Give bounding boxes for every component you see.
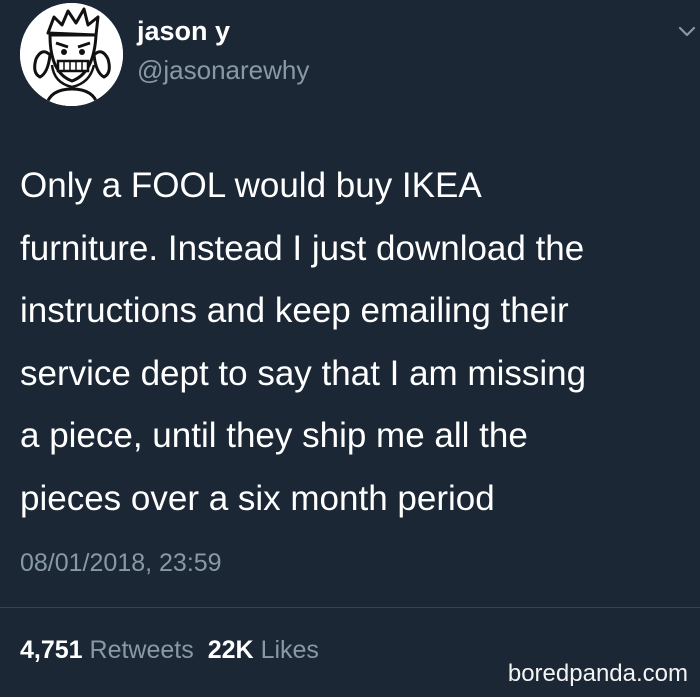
tweet-stats: 4,751 Retweets 22K Likes <box>20 636 319 665</box>
tweet-text-line: instructions and keep emailing their <box>20 291 569 330</box>
tweet-text: Only a FOOL would buy IKEA furniture. In… <box>20 155 695 530</box>
display-name[interactable]: jason y <box>137 16 230 47</box>
tweet-text-line: service dept to say that I am missing <box>20 353 587 393</box>
watermark: boredpanda.com <box>507 660 688 687</box>
tweet-text-line: pieces over a six month period <box>20 478 495 518</box>
user-handle[interactable]: @jasonarewhy <box>137 55 309 86</box>
tweet-text-line: furniture. Instead I just download the <box>20 228 585 268</box>
retweets-count: 4,751 <box>20 636 83 664</box>
retweets-stat[interactable]: 4,751 Retweets <box>20 636 194 664</box>
tweet-timestamp[interactable]: 08/01/2018, 23:59 <box>20 549 222 578</box>
likes-label: Likes <box>260 636 319 664</box>
chevron-down-icon[interactable] <box>678 26 696 38</box>
tweet-text-line: a piece, until they ship me all the <box>20 416 528 455</box>
cartoon-face-avatar-icon <box>20 3 123 106</box>
retweets-label: Retweets <box>89 636 194 664</box>
tweet-text-line: Only a FOOL would buy IKEA <box>20 166 482 205</box>
divider <box>0 607 700 608</box>
likes-count: 22K <box>207 636 254 664</box>
likes-stat[interactable]: 22K Likes <box>208 636 319 664</box>
avatar[interactable] <box>20 3 123 106</box>
